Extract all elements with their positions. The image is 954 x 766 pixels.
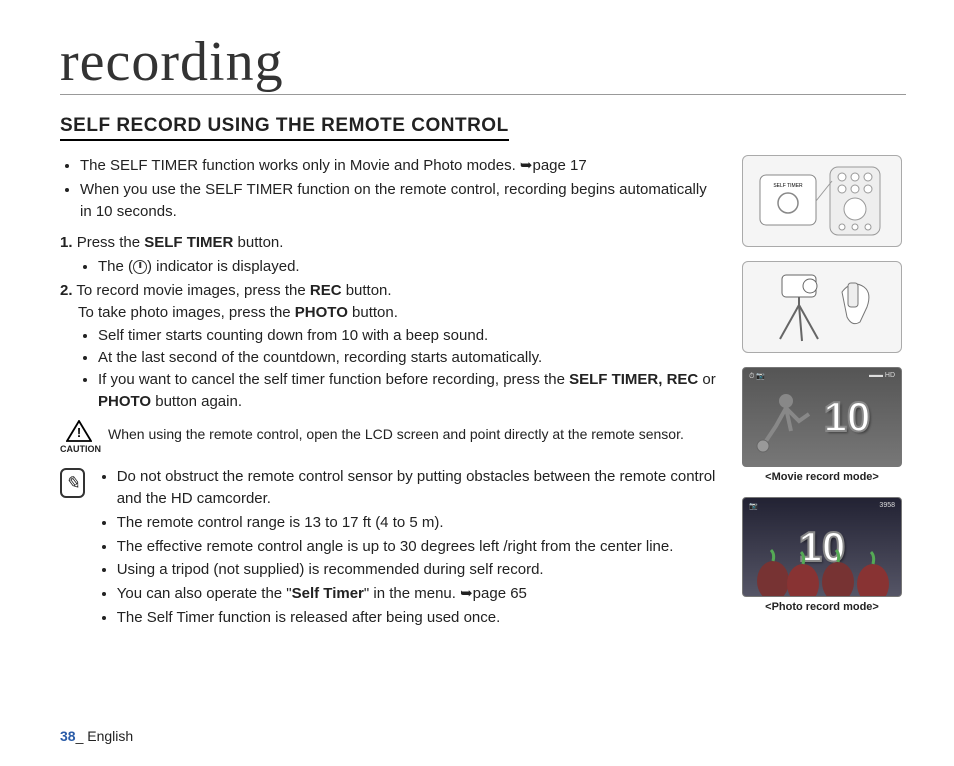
text: To take photo images, press the (60, 304, 295, 321)
step-2: 2. To record movie images, press the REC… (60, 280, 720, 413)
step-2-sub: At the last second of the countdown, rec… (98, 347, 720, 369)
step-number: 1. (60, 234, 73, 251)
photo-count: 3958 (879, 502, 895, 510)
section-heading: SELF RECORD USING THE REMOTE CONTROL (60, 115, 509, 141)
steps-list: 1. Press the SELF TIMER button. The ( ) i… (60, 232, 720, 412)
photo-mode-block: 📷3958 10 <Photo record mode> (742, 497, 902, 613)
main-text-column: The SELF TIMER function works only in Mo… (60, 155, 720, 631)
note-item: Do not obstruct the remote control senso… (117, 466, 720, 510)
language-label: English (87, 728, 133, 744)
movie-mode-block: ⏱ 📷▬▬ HD 10 <Movie record mode> (742, 367, 902, 483)
timer-icon (133, 260, 147, 274)
button-label: REC (310, 282, 342, 299)
peppers-figure (743, 536, 902, 596)
illustration-column: SELF TIMER (738, 155, 906, 631)
text: button. (233, 234, 283, 251)
note-icon: ✎ (60, 468, 85, 498)
caution-icon: ! CAUTION (60, 420, 98, 456)
page-ref: ➥page 65 (460, 585, 527, 602)
page-footer: 38_ English (60, 728, 133, 744)
page-ref: ➥page 17 (520, 157, 587, 174)
step-2-sub: If you want to cancel the self timer fun… (98, 369, 720, 413)
note-item: The remote control range is 13 to 17 ft … (117, 512, 720, 534)
step-1: 1. Press the SELF TIMER button. The ( ) i… (60, 232, 720, 278)
text: Press the (77, 234, 145, 251)
movie-osd: ⏱ 📷▬▬ HD (749, 372, 895, 381)
text: When you use the SELF TIMER function on … (80, 181, 707, 220)
button-label: PHOTO (98, 393, 151, 410)
note-block: ✎ Do not obstruct the remote control sen… (60, 466, 720, 630)
button-label: SELF TIMER (144, 234, 233, 251)
text: button again. (151, 393, 242, 410)
button-label: SELF TIMER, REC (569, 371, 698, 388)
soccer-figure (751, 386, 821, 456)
note-item: You can also operate the "Self Timer" in… (117, 583, 720, 605)
text: _ (76, 728, 88, 744)
button-label: PHOTO (295, 304, 348, 321)
note-list: Do not obstruct the remote control senso… (97, 466, 720, 630)
movie-caption: <Movie record mode> (742, 471, 902, 483)
intro-bullet: The SELF TIMER function works only in Mo… (80, 155, 720, 177)
text: button. (342, 282, 392, 299)
text: To record movie images, press the (76, 282, 309, 299)
self-timer-label: SELF TIMER (773, 183, 803, 189)
note-item: The effective remote control angle is up… (117, 536, 720, 558)
step-2-sub: Self timer starts counting down from 10 … (98, 325, 720, 347)
intro-bullet: When you use the SELF TIMER function on … (80, 179, 720, 223)
remote-illustration: SELF TIMER (742, 155, 902, 247)
caution-text: When using the remote control, open the … (108, 420, 720, 444)
step-number: 2. (60, 282, 73, 299)
text: The SELF TIMER function works only in Mo… (80, 157, 520, 174)
text: You can also operate the " (117, 585, 292, 602)
note-item: Using a tripod (not supplied) is recomme… (117, 559, 720, 581)
photo-caption: <Photo record mode> (742, 601, 902, 613)
movie-screen: ⏱ 📷▬▬ HD 10 (742, 367, 902, 467)
camera-icon: 📷 (749, 502, 758, 510)
text: or (698, 371, 716, 388)
step-1-sub: The ( ) indicator is displayed. (98, 256, 720, 278)
caution-block: ! CAUTION When using the remote control,… (60, 420, 720, 456)
note-item: The Self Timer function is released afte… (117, 607, 720, 629)
text: " in the menu. (364, 585, 460, 602)
text: ) indicator is displayed. (147, 258, 300, 275)
caution-label: CAUTION (60, 444, 101, 454)
intro-bullets: The SELF TIMER function works only in Mo… (60, 155, 720, 222)
photo-osd: 📷 3958 (749, 502, 895, 510)
text: button. (348, 304, 398, 321)
menu-label: Self Timer (292, 585, 364, 602)
page-number: 38 (60, 728, 76, 744)
text: The ( (98, 258, 133, 275)
countdown-number: 10 (824, 393, 871, 441)
tripod-illustration (742, 261, 902, 353)
photo-screen: 📷3958 10 (742, 497, 902, 597)
svg-text:!: ! (77, 425, 81, 440)
page-title: recording (60, 30, 906, 95)
text: If you want to cancel the self timer fun… (98, 371, 569, 388)
